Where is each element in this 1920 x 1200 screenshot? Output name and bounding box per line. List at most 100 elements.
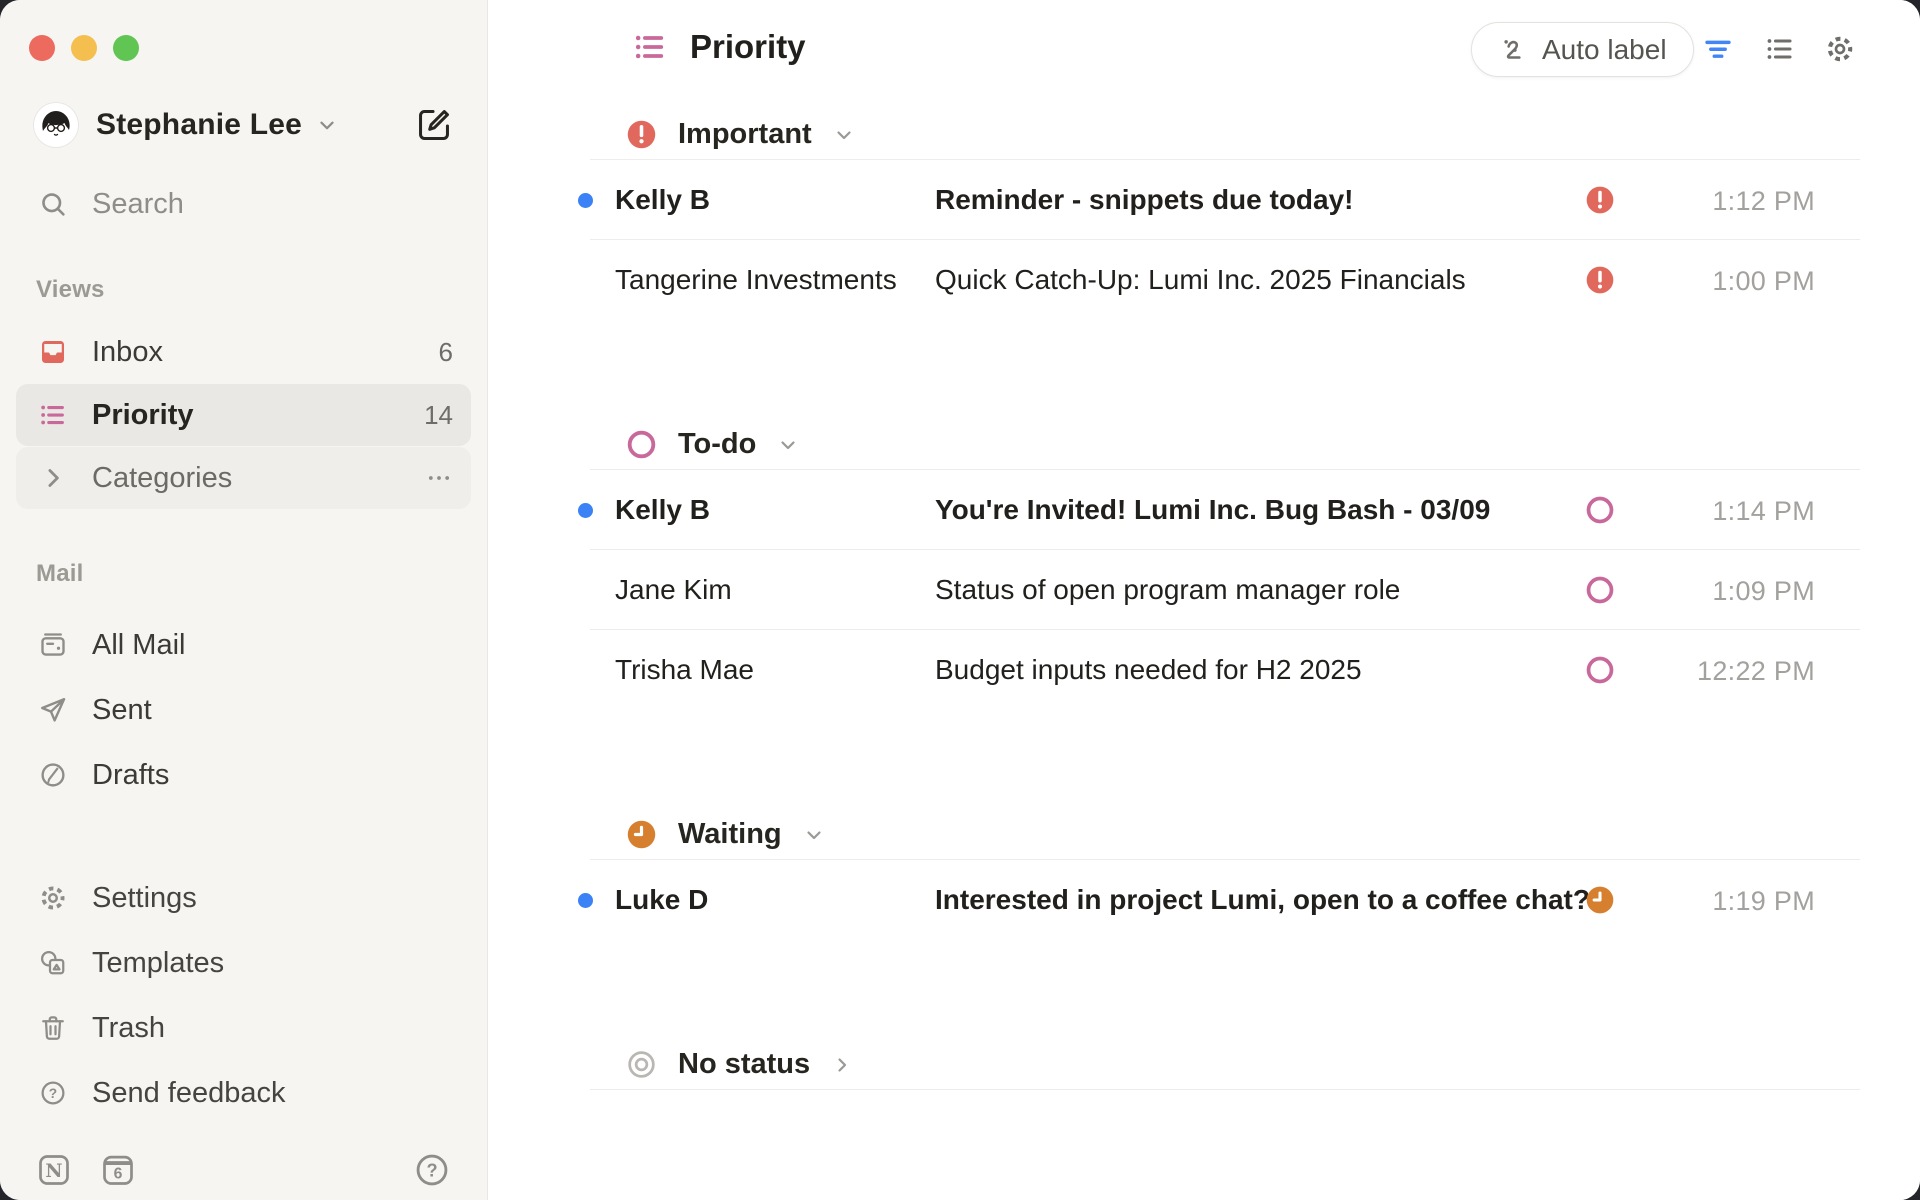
sidebar-item-drafts[interactable]: Drafts <box>16 744 471 806</box>
todo-status-icon[interactable] <box>1584 654 1616 686</box>
chevron-down-icon[interactable] <box>802 823 826 847</box>
group-todo: To-do Kelly B You're Invited! Lumi Inc. … <box>590 420 1860 710</box>
email-list: Important Kelly B Reminder - snippets du… <box>590 0 1860 1200</box>
priority-count: 14 <box>424 400 453 431</box>
sidebar-item-label: All Mail <box>92 629 185 662</box>
templates-icon <box>38 948 68 978</box>
calendar-icon[interactable]: 6 <box>100 1152 136 1188</box>
waiting-status-icon <box>625 818 658 851</box>
group-header-todo[interactable]: To-do <box>590 420 1860 470</box>
question-circle-icon: ? <box>38 1078 68 1108</box>
email-sender: Trisha Mae <box>590 654 935 686</box>
account-switcher[interactable]: Stephanie Lee <box>34 100 457 150</box>
user-name: Stephanie Lee <box>96 108 302 142</box>
main-content: Priority Auto label <box>488 0 1920 1200</box>
group-header-waiting[interactable]: Waiting <box>590 810 1860 860</box>
sidebar-bottom-bar: N 6 ? <box>36 1146 451 1194</box>
sidebar-item-priority[interactable]: Priority 14 <box>16 384 471 446</box>
no-status-icon <box>625 1048 658 1081</box>
email-row[interactable]: Kelly B Reminder - snippets due today! 1… <box>590 160 1860 240</box>
email-row[interactable]: Jane Kim Status of open program manager … <box>590 550 1860 630</box>
sidebar-item-label: Settings <box>92 882 197 915</box>
svg-text:N: N <box>45 1160 62 1182</box>
sidebar-item-label: Categories <box>92 462 232 495</box>
email-row[interactable]: Tangerine Investments Quick Catch-Up: Lu… <box>590 240 1860 320</box>
inbox-count: 6 <box>439 337 453 368</box>
group-label: Important <box>678 118 812 151</box>
avatar <box>34 103 78 147</box>
waiting-status-icon[interactable] <box>1584 884 1616 916</box>
sidebar-item-sent[interactable]: Sent <box>16 679 471 741</box>
zoom-window-button[interactable] <box>113 35 139 61</box>
minimize-window-button[interactable] <box>71 35 97 61</box>
email-sender: Kelly B <box>590 184 935 216</box>
email-sender: Luke D <box>590 884 935 916</box>
email-time: 1:14 PM <box>1712 496 1815 527</box>
search-field[interactable]: Search <box>38 182 184 226</box>
email-time: 1:19 PM <box>1712 886 1815 917</box>
sidebar-item-label: Priority <box>92 399 194 432</box>
group-label: No status <box>678 1048 810 1081</box>
sidebar: Stephanie Lee Search Views Inbox 6 Prio <box>0 0 488 1200</box>
group-header-no-status[interactable]: No status <box>590 1040 1860 1090</box>
group-important: Important Kelly B Reminder - snippets du… <box>590 110 1860 320</box>
important-status-icon <box>625 118 658 151</box>
notion-logo-icon[interactable]: N <box>36 1152 72 1188</box>
email-sender: Jane Kim <box>590 574 935 606</box>
email-row[interactable]: Luke D Interested in project Lumi, open … <box>590 860 1860 940</box>
svg-text:?: ? <box>49 1086 57 1101</box>
email-row[interactable]: Kelly B You're Invited! Lumi Inc. Bug Ba… <box>590 470 1860 550</box>
email-time: 1:12 PM <box>1712 186 1815 217</box>
email-time: 1:00 PM <box>1712 266 1815 297</box>
priority-list-icon <box>38 400 68 430</box>
svg-text:6: 6 <box>114 1165 123 1182</box>
views-section-label: Views <box>36 276 105 304</box>
chevron-down-icon[interactable] <box>832 123 856 147</box>
svg-text:?: ? <box>426 1161 437 1181</box>
todo-status-icon[interactable] <box>1584 574 1616 606</box>
email-time: 1:09 PM <box>1712 576 1815 607</box>
unread-dot <box>578 193 593 208</box>
gear-icon <box>38 883 68 913</box>
sidebar-item-categories[interactable]: Categories <box>16 447 471 509</box>
mail-app-window: Stephanie Lee Search Views Inbox 6 Prio <box>0 0 1920 1200</box>
search-placeholder: Search <box>92 188 184 221</box>
sidebar-item-label: Trash <box>92 1012 165 1045</box>
sidebar-item-label: Send feedback <box>92 1077 285 1110</box>
sidebar-item-templates[interactable]: Templates <box>16 932 471 994</box>
mail-section-label: Mail <box>36 560 83 588</box>
group-waiting: Waiting Luke D Interested in project Lum… <box>590 810 1860 940</box>
sidebar-item-label: Templates <box>92 947 224 980</box>
group-no-status: No status <box>590 1040 1860 1090</box>
sidebar-item-send-feedback[interactable]: ? Send feedback <box>16 1062 471 1124</box>
chevron-right-icon[interactable] <box>830 1053 854 1077</box>
email-sender: Kelly B <box>590 494 935 526</box>
more-icon[interactable] <box>425 464 453 492</box>
important-status-icon[interactable] <box>1584 184 1616 216</box>
sidebar-item-label: Sent <box>92 694 152 727</box>
chevron-down-icon <box>316 114 338 136</box>
close-window-button[interactable] <box>29 35 55 61</box>
sidebar-item-label: Drafts <box>92 759 169 792</box>
unread-dot <box>578 503 593 518</box>
sidebar-item-label: Inbox <box>92 336 163 369</box>
all-mail-icon <box>38 630 68 660</box>
group-header-important[interactable]: Important <box>590 110 1860 160</box>
email-row[interactable]: Trisha Mae Budget inputs needed for H2 2… <box>590 630 1860 710</box>
sidebar-item-inbox[interactable]: Inbox 6 <box>16 321 471 383</box>
chevron-right-icon[interactable] <box>38 463 68 493</box>
search-icon <box>38 189 68 219</box>
sidebar-item-settings[interactable]: Settings <box>16 867 471 929</box>
todo-status-icon[interactable] <box>1584 494 1616 526</box>
chevron-down-icon[interactable] <box>776 433 800 457</box>
send-icon <box>38 695 68 725</box>
trash-icon <box>38 1013 68 1043</box>
window-controls <box>29 35 139 61</box>
sidebar-item-trash[interactable]: Trash <box>16 997 471 1059</box>
important-status-icon[interactable] <box>1584 264 1616 296</box>
compose-icon[interactable] <box>415 106 453 144</box>
help-icon[interactable]: ? <box>413 1151 451 1189</box>
sidebar-item-all-mail[interactable]: All Mail <box>16 614 471 676</box>
unread-dot <box>578 893 593 908</box>
group-label: Waiting <box>678 818 782 851</box>
